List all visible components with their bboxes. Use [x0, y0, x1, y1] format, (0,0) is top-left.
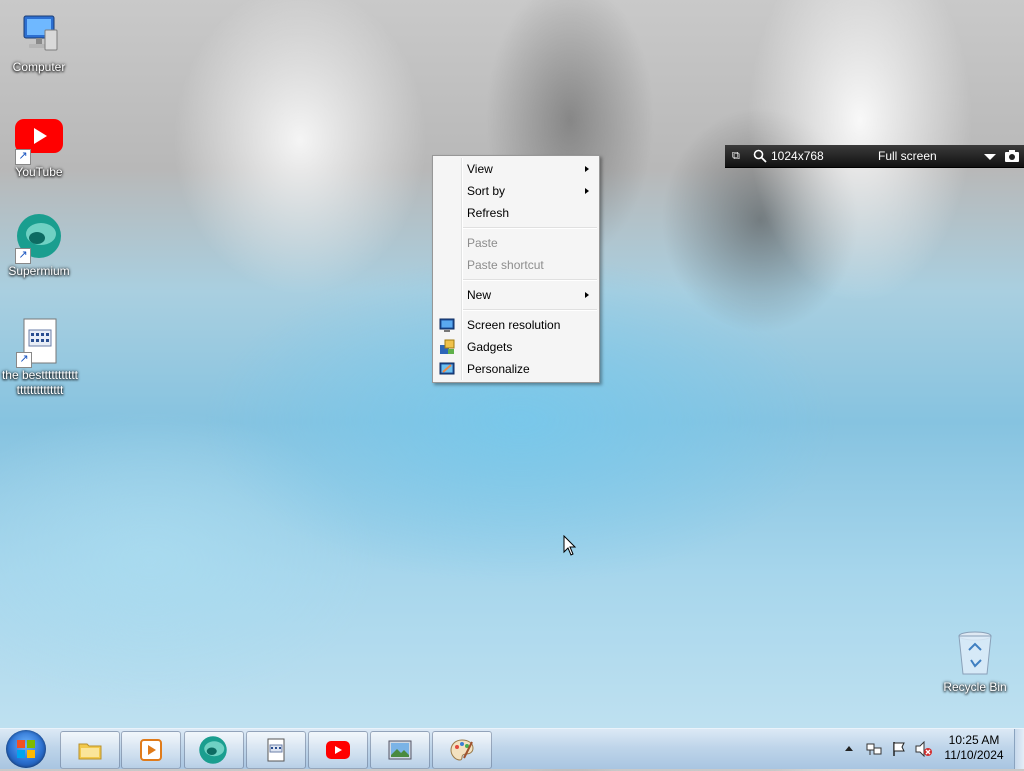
menu-item-label: Personalize	[467, 362, 530, 376]
media-player-icon	[140, 739, 162, 761]
chevron-down-icon[interactable]	[984, 154, 996, 160]
taskbar-photo-viewer[interactable]	[370, 731, 430, 769]
menu-item-label: Paste shortcut	[467, 258, 544, 272]
screen-toolbar: ⧉ 1024x768 Full screen	[725, 145, 1024, 168]
menu-separator	[463, 227, 597, 229]
gadgets-icon	[440, 339, 455, 354]
camera-icon[interactable]	[1004, 145, 1020, 170]
menu-item-personalize[interactable]: Personalize	[433, 358, 599, 380]
taskbar-paint[interactable]	[432, 731, 492, 769]
menu-item-screen-resolution[interactable]: Screen resolution	[433, 314, 599, 336]
menu-item-label: Paste	[467, 236, 498, 250]
submenu-arrow-icon	[585, 166, 589, 172]
clock-time: 10:25 AM	[948, 733, 1000, 747]
supermium-icon: ↗	[15, 214, 63, 264]
menu-separator	[463, 309, 597, 311]
youtube-icon: ↗	[15, 115, 63, 165]
menu-item-label: Sort by	[467, 184, 506, 198]
resolution-readout: 1024x768	[771, 149, 824, 163]
document-icon: ↗	[16, 318, 64, 368]
menu-item-paste: Paste	[433, 232, 599, 254]
shortcut-arrow-icon: ↗	[15, 149, 31, 165]
desktop-icon-file[interactable]: ↗ the besttttttttttttttttttttttttt	[1, 318, 79, 398]
monitor-icon	[439, 318, 455, 332]
show-hidden-icons-button[interactable]	[845, 746, 853, 751]
personalize-icon	[439, 362, 455, 375]
desktop-icon-label: Computer	[12, 60, 66, 74]
volume-muted-icon[interactable]	[915, 740, 933, 760]
submenu-arrow-icon	[585, 188, 589, 194]
menu-item-new[interactable]: New	[433, 284, 599, 306]
desktop-icon-recycle-bin[interactable]: Recycle Bin	[937, 630, 1013, 695]
document-icon	[267, 738, 285, 762]
photo-viewer-icon	[388, 740, 412, 760]
taskbar-document[interactable]	[246, 731, 306, 769]
system-clock[interactable]: 10:25 AM 11/10/2024	[938, 733, 1010, 763]
desktop-icon-label: Supermium	[8, 264, 70, 278]
restore-window-icon[interactable]: ⧉	[732, 145, 740, 167]
menu-item-sort-by[interactable]: Sort by	[433, 180, 599, 202]
supermium-icon	[199, 736, 227, 764]
display-mode-label[interactable]: Full screen	[878, 145, 937, 167]
desktop-context-menu: View Sort by Refresh Paste Paste shortcu…	[432, 155, 600, 383]
menu-item-paste-shortcut: Paste shortcut	[433, 254, 599, 276]
desktop-icon-youtube[interactable]: ↗ YouTube	[1, 115, 77, 180]
desktop-icon-label: the besttttttttttttttttttttttttt	[1, 368, 79, 397]
clock-date: 11/10/2024	[944, 748, 1004, 762]
menu-item-label: Gadgets	[467, 340, 513, 354]
network-icon[interactable]	[866, 741, 882, 760]
taskbar-supermium[interactable]	[184, 731, 244, 769]
menu-item-label: View	[467, 162, 493, 176]
folder-icon	[78, 743, 102, 760]
menu-item-label: Refresh	[467, 206, 510, 220]
submenu-arrow-icon	[585, 292, 589, 298]
menu-item-gadgets[interactable]: Gadgets	[433, 336, 599, 358]
menu-item-label: Screen resolution	[467, 318, 561, 332]
desktop-icon-computer[interactable]: Computer	[1, 10, 77, 75]
windows-logo-icon	[17, 740, 35, 758]
desktop-icon-supermium[interactable]: ↗ Supermium	[1, 214, 77, 279]
recycle-bin-icon	[951, 630, 999, 678]
computer-icon	[15, 10, 63, 58]
desktop-icon-label: YouTube	[15, 165, 63, 179]
menu-item-label: New	[467, 288, 492, 302]
paint-icon	[450, 739, 474, 761]
menu-item-view[interactable]: View	[433, 158, 599, 180]
action-center-flag-icon[interactable]	[891, 741, 907, 760]
show-desktop-button[interactable]	[1014, 729, 1024, 769]
desktop-icon-label: Recycle Bin	[943, 680, 1007, 694]
shortcut-arrow-icon: ↗	[16, 352, 32, 368]
youtube-icon	[326, 741, 350, 759]
taskbar-explorer[interactable]	[60, 731, 120, 769]
taskbar-media-player[interactable]	[121, 731, 181, 769]
taskbar-youtube[interactable]	[308, 731, 368, 769]
taskbar: 10:25 AM 11/10/2024	[0, 728, 1024, 769]
start-button[interactable]	[6, 730, 46, 768]
shortcut-arrow-icon: ↗	[15, 248, 31, 264]
menu-item-refresh[interactable]: Refresh	[433, 202, 599, 224]
magnifier-icon[interactable]	[753, 145, 767, 170]
menu-separator	[463, 279, 597, 281]
